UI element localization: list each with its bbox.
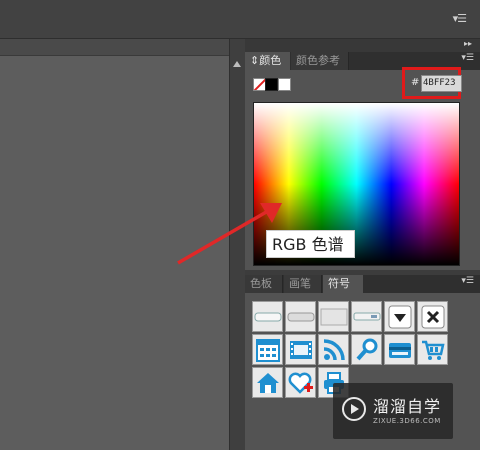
button-bar-1-icon[interactable] — [252, 301, 283, 332]
top-toolbar: ▾☰ — [0, 0, 480, 39]
color-panel-menu-icon[interactable]: ▾☰ — [461, 53, 474, 63]
play-circle-icon — [342, 397, 366, 421]
panel-menu-icon[interactable]: ▾☰ — [453, 12, 467, 25]
tab-expand-icon: ⇕ — [250, 54, 260, 67]
scroll-up-arrow-icon[interactable] — [233, 61, 241, 67]
button-bar-4-icon[interactable] — [351, 301, 382, 332]
calendar-icon[interactable] — [252, 334, 283, 365]
button-bar-3-icon[interactable] — [318, 301, 349, 332]
symbol-panel-menu-icon[interactable]: ▾☰ — [461, 276, 474, 286]
tab-color-guide[interactable]: 颜色参考 — [291, 52, 349, 70]
watermark-title: 溜溜自学 — [373, 397, 442, 416]
tab-color[interactable]: ⇕颜色 — [245, 52, 290, 70]
tab-brushes[interactable]: 画笔 — [284, 275, 322, 293]
black-swatch[interactable] — [265, 78, 278, 91]
rss-icon[interactable] — [318, 334, 349, 365]
credit-card-icon[interactable] — [384, 334, 415, 365]
hex-prefix: # — [411, 77, 420, 88]
magnifier-icon[interactable] — [351, 334, 382, 365]
white-swatch[interactable] — [278, 78, 291, 91]
panel-collapse-strip[interactable]: ▸▸ — [245, 39, 480, 52]
document-ruler-strip — [0, 39, 229, 56]
hex-input[interactable]: 4BFF23 — [421, 75, 462, 92]
watermark-subtitle: ZIXUE.3D66.COM — [373, 417, 441, 425]
dropdown-arrow-icon[interactable] — [384, 301, 415, 332]
tab-symbols[interactable]: 符号 — [323, 275, 363, 293]
cart-icon[interactable] — [417, 334, 448, 365]
button-bar-2-icon[interactable] — [285, 301, 316, 332]
home-icon[interactable] — [252, 367, 283, 398]
film-icon[interactable] — [285, 334, 316, 365]
symbol-panel-tabbar: 色板 画笔 符号 ▾☰ — [245, 275, 480, 294]
watermark-logo: 溜溜自学 ZIXUE.3D66.COM — [333, 383, 453, 439]
close-x-icon[interactable] — [417, 301, 448, 332]
annotation-arrow — [177, 203, 282, 265]
collapse-chevrons-icon[interactable]: ▸▸ — [464, 39, 472, 48]
tab-swatches[interactable]: 色板 — [245, 275, 283, 293]
hex-highlight-box: # 4BFF23 — [402, 67, 462, 99]
heart-add-icon[interactable] — [285, 367, 316, 398]
arrow-shaft — [177, 209, 269, 265]
